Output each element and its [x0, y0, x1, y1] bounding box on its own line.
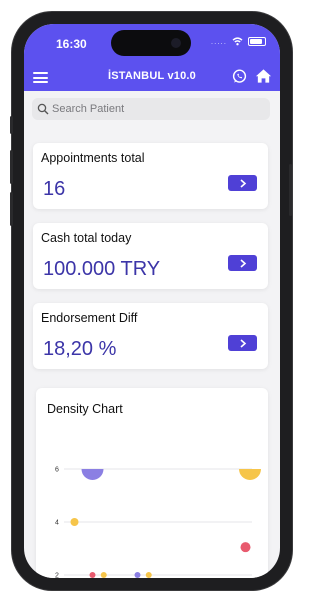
card-title: Cash total today: [41, 231, 132, 245]
search-input[interactable]: [52, 103, 252, 115]
data-point-series-2-1[interactable]: [240, 542, 251, 553]
cash-total-card: Cash total today 100.000 TRY: [33, 223, 268, 289]
app-header: 16:30 ..... İSTANBUL v10.0: [24, 24, 280, 91]
status-time: 16:30: [56, 37, 87, 51]
data-point-series-0-1[interactable]: [134, 572, 141, 578]
appointments-open-button[interactable]: [228, 175, 257, 191]
volume-down-button: [10, 192, 13, 226]
app-screen: 16:30 ..... İSTANBUL v10.0 Search Patien…: [24, 24, 280, 578]
card-title: Endorsement Diff: [41, 311, 138, 325]
density-chart: 6 4 2: [55, 458, 261, 579]
chevron-right-icon: [239, 178, 246, 188]
power-button: [289, 164, 292, 216]
endorsement-open-button[interactable]: [228, 335, 257, 351]
appointments-total-card: Appointments total 16: [33, 143, 268, 209]
wifi-icon: [232, 37, 243, 46]
endorsement-diff-card: Endorsement Diff 18,20 %: [33, 303, 268, 369]
whatsapp-icon[interactable]: [232, 69, 247, 84]
status-icons: .....: [211, 37, 266, 46]
y-tick-label: 2: [55, 573, 59, 579]
cash-open-button[interactable]: [228, 255, 257, 271]
data-point-series-1-3[interactable]: [145, 572, 152, 578]
home-icon[interactable]: [255, 68, 272, 84]
mute-switch: [10, 116, 13, 134]
card-title: Appointments total: [41, 151, 145, 165]
signal-dots-icon: .....: [210, 37, 227, 46]
data-point-series-1-0[interactable]: [239, 458, 261, 480]
chevron-right-icon: [239, 258, 246, 268]
search-bar[interactable]: [32, 98, 270, 120]
card-value: 100.000 TRY: [43, 258, 161, 280]
density-chart-card: Density Chart 642: [36, 388, 268, 578]
y-tick-label: 4: [55, 520, 59, 527]
volume-up-button: [10, 150, 13, 184]
y-tick-label: 6: [55, 467, 59, 474]
camera-notch: [111, 30, 191, 56]
search-icon: [37, 103, 49, 115]
data-point-series-1-2[interactable]: [100, 572, 107, 578]
data-point-series-0-0[interactable]: [81, 458, 104, 480]
card-value: 16: [43, 178, 66, 200]
camera-icon: [171, 38, 181, 48]
chevron-right-icon: [239, 338, 246, 348]
card-value: 18,20 %: [43, 338, 117, 360]
data-point-series-1-1[interactable]: [70, 518, 79, 526]
battery-icon: [248, 37, 266, 46]
data-point-series-2-0[interactable]: [89, 572, 96, 578]
